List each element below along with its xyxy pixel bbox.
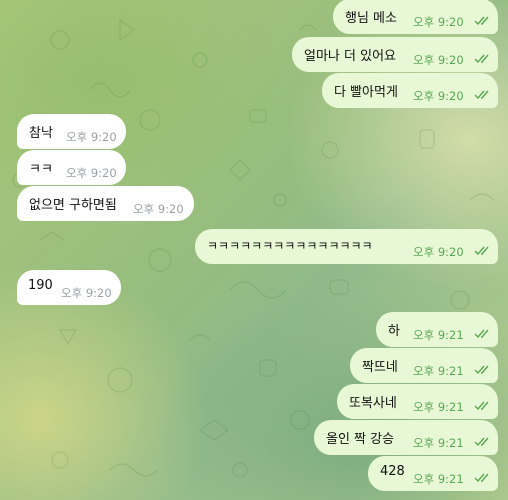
message-time: 오후 9:20: [413, 245, 464, 259]
message-bubble[interactable]: 올인 짝 강승 오후 9:21: [314, 420, 498, 455]
double-check-icon: [474, 329, 489, 339]
double-check-icon: [474, 246, 489, 256]
message-text: 다 빨아먹게: [334, 85, 398, 100]
message-text: 얼마나 더 있어요: [304, 49, 396, 64]
message-bubble[interactable]: 없으면 구하면됨 오후 9:20: [17, 186, 194, 221]
message-bubble[interactable]: ㅋㅋ 오후 9:20: [17, 150, 126, 185]
message-bubble[interactable]: 참낙 오후 9:20: [17, 114, 126, 149]
message-time: 오후 9:20: [413, 89, 464, 103]
message-bubble[interactable]: 428 오후 9:21: [368, 456, 498, 491]
message-text: 참낙: [29, 126, 53, 141]
message-text: ㅋㅋㅋㅋㅋㅋㅋㅋㅋㅋㅋㅋㅋㅋㅋ: [207, 239, 373, 253]
message-time: 오후 9:20: [413, 53, 464, 67]
message-time: 오후 9:20: [61, 286, 112, 300]
message-text: 또복사네: [349, 396, 397, 411]
message-bubble[interactable]: 얼마나 더 있어요 오후 9:20: [292, 37, 498, 72]
double-check-icon: [474, 16, 489, 26]
double-check-icon: [474, 437, 489, 447]
message-time: 오후 9:20: [413, 15, 464, 29]
message-text: 190: [28, 278, 53, 293]
message-bubble[interactable]: 짝뜨네 오후 9:21: [350, 348, 498, 383]
message-text: 올인 짝 강승: [326, 432, 395, 447]
message-time: 오후 9:20: [66, 166, 117, 180]
message-text: ㅋㅋ: [29, 162, 53, 177]
message-text: 짝뜨네: [362, 360, 398, 375]
message-time: 오후 9:21: [413, 328, 464, 342]
message-text: 하: [388, 324, 400, 339]
message-time: 오후 9:21: [413, 364, 464, 378]
double-check-icon: [474, 365, 489, 375]
message-text: 없으면 구하면됨: [29, 198, 117, 213]
message-bubble[interactable]: 또복사네 오후 9:21: [337, 384, 498, 419]
message-bubble[interactable]: ㅋㅋㅋㅋㅋㅋㅋㅋㅋㅋㅋㅋㅋㅋㅋ 오후 9:20: [195, 229, 498, 264]
double-check-icon: [474, 401, 489, 411]
double-check-icon: [474, 54, 489, 64]
message-bubble[interactable]: 다 빨아먹게 오후 9:20: [322, 73, 498, 108]
message-time: 오후 9:20: [133, 202, 184, 216]
message-bubble[interactable]: 하 오후 9:21: [376, 312, 498, 347]
double-check-icon: [474, 90, 489, 100]
message-time: 오후 9:21: [413, 472, 464, 486]
message-bubble[interactable]: 190 오후 9:20: [17, 270, 121, 305]
message-bubble[interactable]: 행님 메소 오후 9:20: [333, 0, 498, 34]
message-time: 오후 9:21: [413, 400, 464, 414]
message-text: 행님 메소: [345, 11, 397, 26]
message-text: 428: [380, 464, 405, 479]
message-time: 오후 9:21: [413, 436, 464, 450]
message-time: 오후 9:20: [66, 130, 117, 144]
double-check-icon: [474, 473, 489, 483]
